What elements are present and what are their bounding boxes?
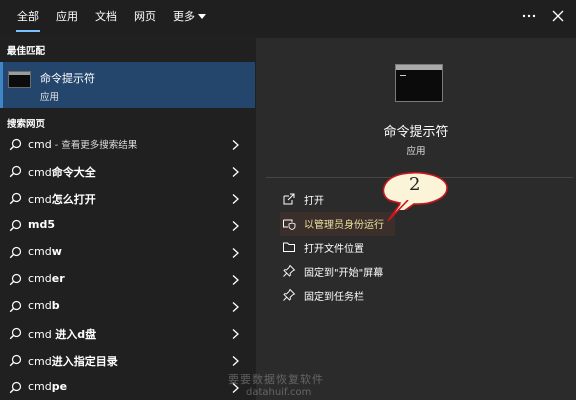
chevron-right-icon[interactable]	[231, 193, 240, 205]
search-icon	[9, 300, 22, 313]
chevron-right-icon[interactable]	[231, 139, 240, 151]
tab-web[interactable]: 网页	[134, 8, 156, 26]
more-options-icon[interactable]	[520, 7, 538, 25]
tab-more[interactable]: 更多	[173, 8, 195, 26]
search-icon	[9, 219, 22, 232]
search-result-text: cmder	[28, 272, 65, 285]
chevron-right-icon[interactable]	[231, 220, 240, 232]
search-result-row[interactable]: cmd - 查看更多搜索结果	[0, 133, 255, 157]
search-result-text: cmd 进入d盘	[28, 328, 97, 341]
search-icon	[9, 273, 22, 286]
callout-number: 2	[409, 174, 421, 195]
search-result-text: cmdw	[28, 245, 62, 258]
tab-apps[interactable]: 应用	[56, 8, 78, 26]
detail-app-type: 应用	[406, 146, 426, 157]
action-open-file-location[interactable]: 打开文件位置	[282, 237, 542, 257]
search-result-row[interactable]: cmd 进入d盘	[0, 322, 255, 346]
watermark-line-1: 要要数据恢复软件	[228, 373, 324, 386]
chevron-right-icon[interactable]	[231, 328, 240, 340]
search-result-text: md5	[28, 218, 55, 231]
best-match-name: 命令提示符	[40, 72, 95, 85]
chevron-right-icon[interactable]	[231, 247, 240, 259]
pin-icon	[283, 264, 296, 277]
search-result-row[interactable]: cmd怎么打开	[0, 187, 255, 211]
search-result-row[interactable]: cmdw	[0, 241, 255, 265]
chevron-right-icon[interactable]	[231, 166, 240, 178]
search-result-text: cmdb	[28, 299, 60, 312]
best-match-heading: 最佳匹配	[7, 46, 46, 57]
search-result-text: cmd怎么打开	[28, 193, 96, 206]
chevron-right-icon[interactable]	[231, 274, 240, 286]
tab-documents[interactable]: 文档	[95, 8, 117, 26]
command-prompt-large-icon	[395, 64, 443, 102]
chevron-down-icon	[198, 14, 206, 19]
search-result-text: cmd进入指定目录	[28, 355, 118, 368]
web-search-heading: 搜索网页	[7, 119, 46, 130]
action-pin-to-taskbar[interactable]: 固定到任务栏	[282, 285, 542, 305]
search-result-text: cmd命令大全	[28, 166, 96, 179]
results-pane: 最佳匹配 命令提示符 应用 搜索网页 cmd - 查看更多搜索结果 cmd命令大全…	[0, 34, 255, 400]
search-result-row[interactable]: cmdb	[0, 295, 255, 319]
shield-icon	[283, 219, 296, 230]
search-result-row[interactable]: cmder	[0, 268, 255, 292]
search-icon	[9, 327, 22, 340]
open-icon	[283, 193, 295, 205]
search-result-row[interactable]: md5	[0, 214, 255, 238]
close-icon[interactable]	[549, 7, 567, 25]
search-icon	[9, 381, 22, 394]
watermark-line-2: datahuif.com	[246, 387, 312, 398]
pin-icon	[283, 288, 296, 301]
search-result-row[interactable]: cmd进入指定目录	[0, 349, 255, 373]
tab-all[interactable]: 全部	[16, 8, 40, 32]
search-icon	[9, 138, 22, 151]
top-tab-bar: 全部 应用 文档 网页 更多	[0, 0, 576, 34]
command-prompt-icon	[8, 71, 31, 88]
search-icon	[9, 354, 22, 367]
search-result-text: cmdpe	[28, 380, 68, 393]
search-result-text: cmd - 查看更多搜索结果	[28, 138, 138, 151]
callout-pointer	[387, 200, 409, 222]
best-match-item[interactable]: 命令提示符 应用	[0, 62, 255, 108]
best-match-type: 应用	[40, 92, 60, 103]
chevron-right-icon[interactable]	[231, 301, 240, 313]
search-result-row[interactable]: cmdpe	[0, 376, 255, 400]
folder-icon	[283, 242, 295, 252]
search-icon	[9, 165, 22, 178]
search-result-row[interactable]: cmd命令大全	[0, 160, 255, 184]
search-icon	[9, 192, 22, 205]
detail-app-name: 命令提示符	[383, 125, 449, 140]
search-icon	[9, 246, 22, 259]
action-pin-to-start[interactable]: 固定到"开始"屏幕	[282, 261, 542, 281]
chevron-right-icon[interactable]	[231, 355, 240, 367]
